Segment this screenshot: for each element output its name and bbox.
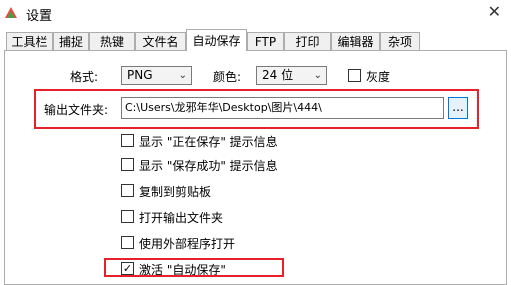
tab-print[interactable]: 打印 bbox=[284, 32, 331, 50]
external-program-label: 使用外部程序打开 bbox=[139, 237, 236, 251]
close-icon[interactable]: ✕ bbox=[488, 2, 501, 21]
show-saved-label: 显示 "保存成功" 提示信息 bbox=[139, 159, 278, 173]
show-saved-checkbox[interactable] bbox=[121, 158, 134, 171]
external-program-checkbox[interactable] bbox=[121, 236, 134, 249]
open-folder-label: 打开输出文件夹 bbox=[139, 211, 224, 225]
open-folder-checkbox[interactable] bbox=[121, 210, 134, 223]
format-select[interactable]: PNG ⌄ bbox=[121, 66, 192, 85]
tab-hotkeys[interactable]: 热键 bbox=[89, 32, 135, 50]
grayscale-checkbox[interactable] bbox=[348, 69, 361, 82]
tab-autosave[interactable]: 自动保存 bbox=[186, 29, 247, 51]
show-saving-label: 显示 "正在保存" 提示信息 bbox=[139, 135, 278, 149]
chevron-down-icon: ⌄ bbox=[313, 70, 322, 81]
chevron-down-icon: ⌄ bbox=[178, 70, 187, 81]
show-saving-checkbox[interactable] bbox=[121, 134, 134, 147]
color-label: 颜色: bbox=[213, 70, 242, 84]
highlight-output-folder bbox=[34, 89, 479, 129]
window-title: 设置 bbox=[26, 9, 53, 24]
tab-filename[interactable]: 文件名 bbox=[135, 32, 186, 50]
copy-clipboard-checkbox[interactable] bbox=[121, 184, 134, 197]
format-label: 格式: bbox=[70, 70, 99, 84]
highlight-activate-autosave bbox=[104, 258, 284, 277]
app-icon bbox=[5, 7, 17, 18]
color-select[interactable]: 24 位 ⌄ bbox=[256, 66, 327, 85]
tab-toolbar[interactable]: 工具栏 bbox=[6, 32, 53, 50]
tab-misc[interactable]: 杂项 bbox=[380, 32, 420, 50]
title-bar: 设置 ✕ bbox=[0, 0, 511, 28]
tab-editor[interactable]: 编辑器 bbox=[331, 32, 380, 50]
tab-capture[interactable]: 捕捉 bbox=[53, 32, 89, 50]
copy-clipboard-label: 复制到剪贴板 bbox=[139, 185, 212, 199]
color-select-value: 24 位 bbox=[262, 68, 294, 82]
format-select-value: PNG bbox=[127, 68, 153, 82]
grayscale-label: 灰度 bbox=[366, 70, 391, 84]
tab-bar: 工具栏 捕捉 热键 文件名 自动保存 FTP 打印 编辑器 杂项 bbox=[0, 29, 511, 51]
tab-ftp[interactable]: FTP bbox=[247, 32, 284, 50]
